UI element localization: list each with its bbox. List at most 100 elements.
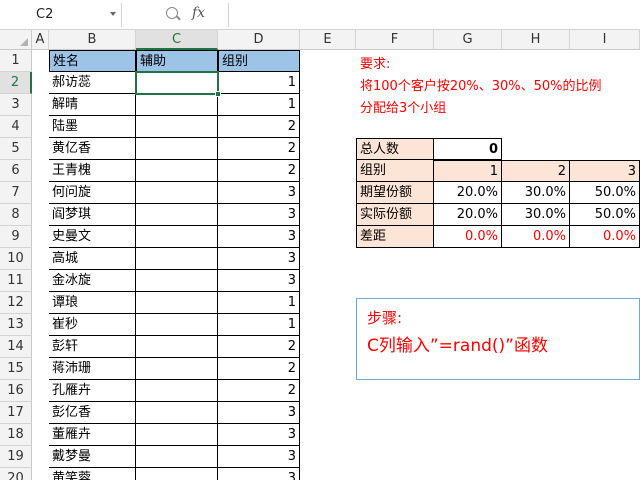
header-name-cell[interactable]: 姓名: [49, 50, 136, 72]
name-cell[interactable]: 戴梦曼: [49, 446, 136, 468]
group-id-cell[interactable]: 3: [570, 160, 640, 182]
name-cell[interactable]: 解晴: [49, 94, 136, 116]
row-header-13[interactable]: 13: [0, 314, 32, 336]
row-header-10[interactable]: 10: [0, 248, 32, 270]
name-cell[interactable]: 董雁卉: [49, 424, 136, 446]
helper-cell[interactable]: [136, 248, 218, 270]
group-id-cell[interactable]: 2: [502, 160, 570, 182]
diff-cell[interactable]: 0.0%: [570, 226, 640, 248]
row-header-20[interactable]: 20: [0, 468, 32, 480]
helper-cell[interactable]: [136, 160, 218, 182]
select-all-corner[interactable]: [0, 30, 32, 50]
diff-cell[interactable]: 0.0%: [502, 226, 570, 248]
row-header-12[interactable]: 12: [0, 292, 32, 314]
fx-icon[interactable]: fx: [192, 5, 205, 21]
header-group-cell[interactable]: 组别: [218, 50, 300, 72]
group-label-cell[interactable]: 组别: [356, 160, 434, 182]
group-cell[interactable]: 3: [218, 402, 300, 424]
helper-cell[interactable]: [136, 468, 218, 480]
name-cell[interactable]: 阎梦琪: [49, 204, 136, 226]
row-header-9[interactable]: 9: [0, 226, 32, 248]
formula-input[interactable]: [228, 3, 640, 27]
group-cell[interactable]: 3: [218, 248, 300, 270]
expected-share-cell[interactable]: 50.0%: [570, 182, 640, 204]
actual-label-cell[interactable]: 实际份额: [356, 204, 434, 226]
name-cell[interactable]: 谭琅: [49, 292, 136, 314]
group-cell[interactable]: 3: [218, 468, 300, 480]
helper-cell[interactable]: [136, 446, 218, 468]
name-cell[interactable]: 何问旋: [49, 182, 136, 204]
row-header-17[interactable]: 17: [0, 402, 32, 424]
helper-cell[interactable]: [136, 336, 218, 358]
name-cell[interactable]: 黄亿香: [49, 138, 136, 160]
group-cell[interactable]: 1: [218, 314, 300, 336]
group-cell[interactable]: 3: [218, 424, 300, 446]
helper-cell[interactable]: [136, 424, 218, 446]
group-id-cell[interactable]: 1: [434, 160, 502, 182]
total-label-cell[interactable]: 总人数: [356, 138, 434, 160]
helper-cell[interactable]: [136, 138, 218, 160]
name-cell[interactable]: 彭轩: [49, 336, 136, 358]
helper-cell[interactable]: [136, 204, 218, 226]
group-cell[interactable]: 2: [218, 358, 300, 380]
helper-cell[interactable]: [136, 402, 218, 424]
name-cell[interactable]: 崔秒: [49, 314, 136, 336]
name-cell[interactable]: 金冰旋: [49, 270, 136, 292]
fill-handle[interactable]: [215, 91, 221, 97]
row-header-2[interactable]: 2: [0, 72, 32, 94]
row-header-11[interactable]: 11: [0, 270, 32, 292]
row-header-4[interactable]: 4: [0, 116, 32, 138]
expected-share-cell[interactable]: 30.0%: [502, 182, 570, 204]
expected-share-cell[interactable]: 20.0%: [434, 182, 502, 204]
name-cell[interactable]: 蒋沛珊: [49, 358, 136, 380]
name-cell[interactable]: 孔雁卉: [49, 380, 136, 402]
row-header-6[interactable]: 6: [0, 160, 32, 182]
total-value-cell[interactable]: 0: [434, 138, 502, 160]
helper-cell[interactable]: [136, 270, 218, 292]
diff-cell[interactable]: 0.0%: [434, 226, 502, 248]
group-cell[interactable]: 2: [218, 380, 300, 402]
row-header-1[interactable]: 1: [0, 50, 32, 72]
group-cell[interactable]: 2: [218, 336, 300, 358]
column-header-d[interactable]: D: [218, 30, 300, 50]
diff-label-cell[interactable]: 差距: [356, 226, 434, 248]
name-cell[interactable]: 高城: [49, 248, 136, 270]
group-cell[interactable]: 2: [218, 160, 300, 182]
row-header-18[interactable]: 18: [0, 424, 32, 446]
column-header-f[interactable]: F: [356, 30, 434, 50]
column-header-a[interactable]: A: [32, 30, 49, 50]
group-cell[interactable]: 1: [218, 72, 300, 94]
chevron-down-icon[interactable]: [110, 12, 116, 16]
helper-cell[interactable]: [136, 226, 218, 248]
actual-share-cell[interactable]: 30.0%: [502, 204, 570, 226]
actual-share-cell[interactable]: 50.0%: [570, 204, 640, 226]
name-cell[interactable]: 彭亿香: [49, 402, 136, 424]
helper-cell[interactable]: [136, 116, 218, 138]
group-cell[interactable]: 3: [218, 226, 300, 248]
name-cell[interactable]: 郝访蕊: [49, 72, 136, 94]
row-header-16[interactable]: 16: [0, 380, 32, 402]
expected-label-cell[interactable]: 期望份额: [356, 182, 434, 204]
name-cell[interactable]: 陆墨: [49, 116, 136, 138]
column-header-e[interactable]: E: [300, 30, 356, 50]
helper-cell[interactable]: [136, 314, 218, 336]
helper-cell[interactable]: [136, 358, 218, 380]
name-box[interactable]: C2: [0, 3, 122, 27]
name-cell[interactable]: 史曼文: [49, 226, 136, 248]
column-header-c[interactable]: C: [136, 30, 218, 50]
column-header-b[interactable]: B: [49, 30, 136, 50]
row-header-5[interactable]: 5: [0, 138, 32, 160]
name-cell[interactable]: 黄笑蓉: [49, 468, 136, 480]
zoom-icon[interactable]: [166, 7, 178, 19]
column-header-h[interactable]: H: [502, 30, 570, 50]
row-header-7[interactable]: 7: [0, 182, 32, 204]
row-header-15[interactable]: 15: [0, 358, 32, 380]
helper-cell[interactable]: [136, 94, 218, 116]
name-cell[interactable]: 王青槐: [49, 160, 136, 182]
group-cell[interactable]: 2: [218, 138, 300, 160]
column-header-g[interactable]: G: [434, 30, 502, 50]
group-cell[interactable]: 1: [218, 292, 300, 314]
row-header-19[interactable]: 19: [0, 446, 32, 468]
helper-cell[interactable]: [136, 380, 218, 402]
actual-share-cell[interactable]: 20.0%: [434, 204, 502, 226]
